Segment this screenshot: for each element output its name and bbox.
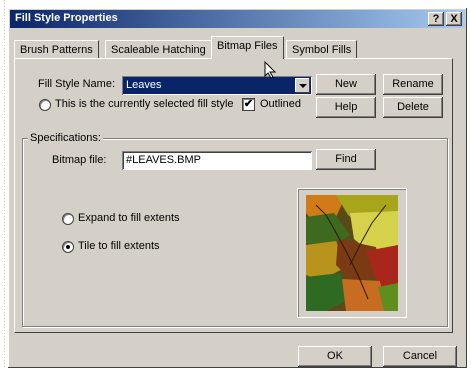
tile-to-fill-label: Tile to fill extents [78,240,160,252]
title-close-button[interactable]: X [446,12,462,26]
ok-button[interactable]: OK [298,346,372,367]
tile-to-fill-radio[interactable] [62,241,74,253]
leaves-preview-image [306,195,398,311]
current-fill-style-radio[interactable] [39,99,51,111]
window-title: Fill Style Properties [15,12,118,24]
fill-style-dialog: Fill Style Properties ? X Brush Patterns… [8,8,467,368]
find-button[interactable]: Find [316,149,376,170]
rename-button[interactable]: Rename [383,74,443,95]
expand-to-fill-radio[interactable] [62,213,74,225]
title-bar: Fill Style Properties ? X [10,10,465,28]
tab-bitmap-files[interactable]: Bitmap Files [211,36,284,59]
tab-symbol-fills[interactable]: Symbol Fills [286,40,358,59]
delete-button[interactable]: Delete [383,97,443,118]
tab-scaleable-hatching[interactable]: Scaleable Hatching [105,40,212,59]
chevron-down-icon[interactable] [295,78,310,93]
specifications-title: Specifications: [28,132,103,144]
expand-to-fill-label: Expand to fill extents [78,212,180,224]
tab-strip: Brush Patterns Scaleable Hatching Bitmap… [14,36,454,59]
bitmap-file-label: Bitmap file: [52,154,107,166]
cancel-button[interactable]: Cancel [383,346,457,367]
tab-brush-patterns[interactable]: Brush Patterns [14,40,99,59]
bitmap-file-input[interactable]: #LEAVES.BMP [122,151,312,170]
outlined-label: Outlined [260,98,301,110]
fill-style-name-label: Fill Style Name: [38,78,116,90]
desktop-dotted-line [0,0,8,368]
bitmap-preview [297,188,407,318]
outlined-checkbox[interactable]: ✔ [242,98,255,111]
title-help-button[interactable]: ? [428,12,444,26]
fill-style-name-combo[interactable]: Leaves [122,76,312,95]
mouse-cursor-icon [264,61,277,79]
new-button[interactable]: New [316,74,376,95]
fill-style-name-value: Leaves [126,79,162,91]
current-fill-style-label: This is the currently selected fill styl… [55,98,234,110]
bitmap-file-value: #LEAVES.BMP [126,154,201,166]
help-button[interactable]: Help [316,97,376,118]
